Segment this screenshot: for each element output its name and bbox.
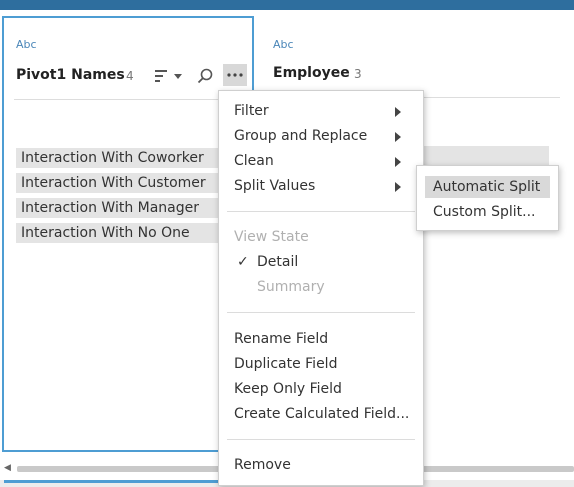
menu-item-keep-only-field[interactable]: Keep Only Field xyxy=(234,381,342,397)
menu-item-remove[interactable]: Remove xyxy=(234,457,291,473)
chevron-down-icon[interactable] xyxy=(172,66,184,86)
field-name[interactable]: Pivot1 Names xyxy=(16,67,125,83)
submenu-arrow-icon xyxy=(395,107,401,117)
menu-separator xyxy=(227,439,415,440)
field-card-pivot1-names[interactable]: Abc Pivot1 Names 4 Interaction With Cowo… xyxy=(2,16,254,452)
checkmark-icon: ✓ xyxy=(237,254,249,270)
submenu-arrow-icon xyxy=(395,132,401,142)
submenu-arrow-icon xyxy=(395,182,401,192)
menu-separator xyxy=(227,211,415,212)
more-options-icon xyxy=(227,73,243,77)
value-bar-row[interactable]: Interaction With Manager xyxy=(16,198,221,218)
scroll-left-arrow-icon[interactable]: ◀ xyxy=(4,463,11,473)
header-divider xyxy=(14,99,242,100)
field-type-label: Abc xyxy=(273,38,294,51)
menu-item-summary: Summary xyxy=(257,279,325,295)
submenu-item-custom-split[interactable]: Custom Split... xyxy=(425,201,550,223)
menu-separator xyxy=(227,312,415,313)
menu-item-split-values[interactable]: Split Values xyxy=(234,178,315,194)
submenu-item-automatic-split[interactable]: Automatic Split xyxy=(425,176,550,198)
menu-item-duplicate-field[interactable]: Duplicate Field xyxy=(234,356,337,372)
value-bar-row[interactable]: Interaction With No One xyxy=(16,223,221,243)
menu-item-detail[interactable]: Detail xyxy=(257,254,298,270)
field-context-menu: Filter Group and Replace Clean Split Val… xyxy=(218,90,424,486)
split-values-submenu: Automatic Split Custom Split... xyxy=(416,165,559,231)
value-bar-row[interactable]: Interaction With Customer xyxy=(16,173,221,193)
field-name[interactable]: Employee xyxy=(273,65,350,81)
menu-heading-view-state: View State xyxy=(234,229,309,245)
top-accent-bar xyxy=(0,0,574,10)
field-type-label: Abc xyxy=(16,38,37,51)
value-bar-row[interactable]: Interaction With Coworker xyxy=(16,148,221,168)
menu-item-clean[interactable]: Clean xyxy=(234,153,274,169)
sort-icon[interactable] xyxy=(152,66,172,86)
menu-item-filter[interactable]: Filter xyxy=(234,103,269,119)
field-count: 3 xyxy=(354,67,362,81)
submenu-arrow-icon xyxy=(395,157,401,167)
menu-item-group-and-replace[interactable]: Group and Replace xyxy=(234,128,367,144)
more-options-button[interactable] xyxy=(223,64,247,86)
search-icon[interactable] xyxy=(195,66,215,86)
menu-item-rename-field[interactable]: Rename Field xyxy=(234,331,328,347)
field-count: 4 xyxy=(126,69,134,83)
menu-item-create-calculated-field[interactable]: Create Calculated Field... xyxy=(234,406,409,422)
